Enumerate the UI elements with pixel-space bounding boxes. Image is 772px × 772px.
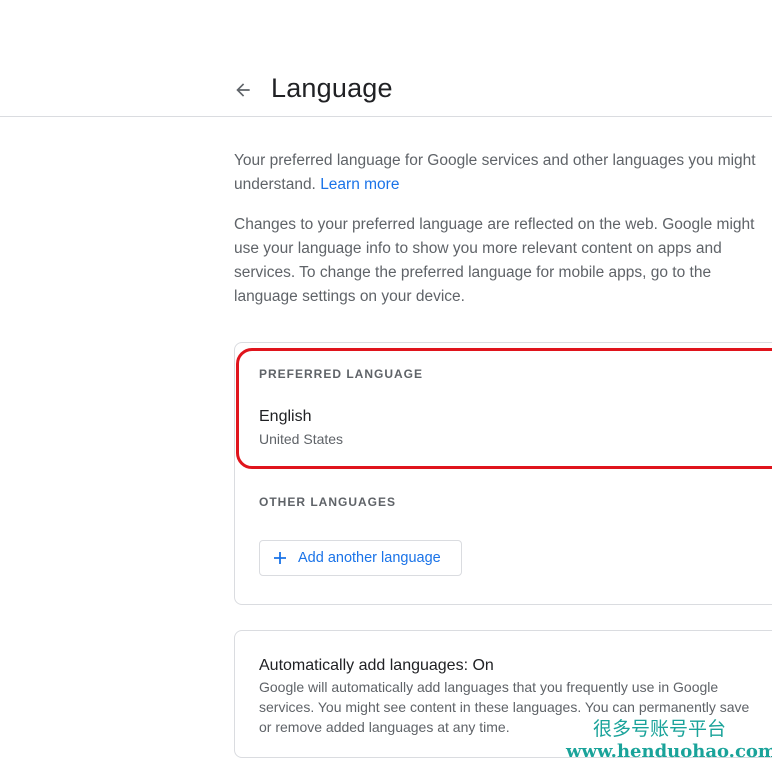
description-text: Changes to your preferred language are r… [234, 216, 755, 305]
arrow-left-icon [233, 80, 253, 100]
top-bar: Language [0, 0, 772, 117]
page-title: Language [271, 73, 393, 103]
plus-icon [273, 551, 287, 565]
add-another-language-label: Add another language [298, 550, 441, 566]
learn-more-link[interactable]: Learn more [320, 176, 399, 193]
intro-text: Your preferred language for Google servi… [234, 149, 772, 197]
intro-body: Your preferred language for Google servi… [234, 152, 756, 193]
other-languages-label: OTHER LANGUAGES [259, 495, 397, 509]
add-another-language-button[interactable]: Add another language [259, 540, 462, 576]
back-button[interactable] [229, 76, 257, 104]
red-highlight-outline [236, 348, 772, 469]
watermark-chinese: 很多号账号平台 [593, 718, 727, 740]
watermark-url: www.henduohao.com [566, 741, 772, 762]
auto-add-title: Automatically add languages: On [259, 657, 494, 674]
